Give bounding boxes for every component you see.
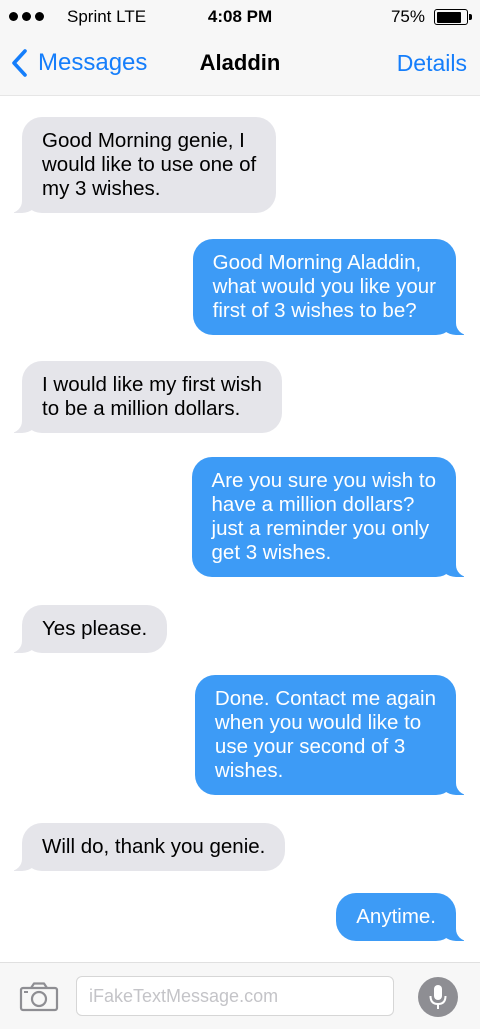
camera-icon [19, 982, 59, 1012]
status-bar: Sprint LTE 4:08 PM 75% [0, 0, 480, 34]
message-text: Will do, thank you genie. [42, 835, 266, 858]
message-text: Good Morning genie, I would like to use … [42, 129, 257, 200]
message-input[interactable] [76, 976, 394, 1016]
microphone-button[interactable] [418, 977, 458, 1017]
navigation-bar: Messages Aladdin Details [0, 34, 480, 96]
microphone-icon [429, 985, 447, 1009]
received-message: Good Morning genie, I would like to use … [0, 117, 277, 213]
sent-message: Are you sure you wish to have a million … [191, 457, 479, 577]
message-thread[interactable]: Good Morning genie, I would like to use … [0, 96, 480, 962]
message-text: Anytime. [356, 905, 436, 928]
received-message: Yes please. [0, 605, 168, 653]
compose-bar [0, 962, 480, 1029]
message-text: I would like my first wish to be a milli… [42, 373, 262, 420]
sent-message: Anytime. [336, 893, 478, 941]
sent-message: Done. Contact me again when you would li… [194, 675, 479, 795]
camera-button[interactable] [19, 982, 59, 1012]
received-message: Will do, thank you genie. [0, 823, 286, 871]
message-text: Done. Contact me again when you would li… [214, 687, 436, 782]
battery-icon [434, 9, 472, 25]
message-text: Good Morning Aladdin, what would you lik… [212, 251, 436, 322]
message-text: Are you sure you wish to have a million … [211, 469, 436, 564]
details-button[interactable]: Details [397, 50, 467, 77]
received-message: I would like my first wish to be a milli… [0, 361, 282, 433]
battery-percentage: 75% [390, 7, 425, 26]
sent-message: Good Morning Aladdin, what would you lik… [192, 239, 479, 335]
message-text: Yes please. [42, 617, 148, 640]
